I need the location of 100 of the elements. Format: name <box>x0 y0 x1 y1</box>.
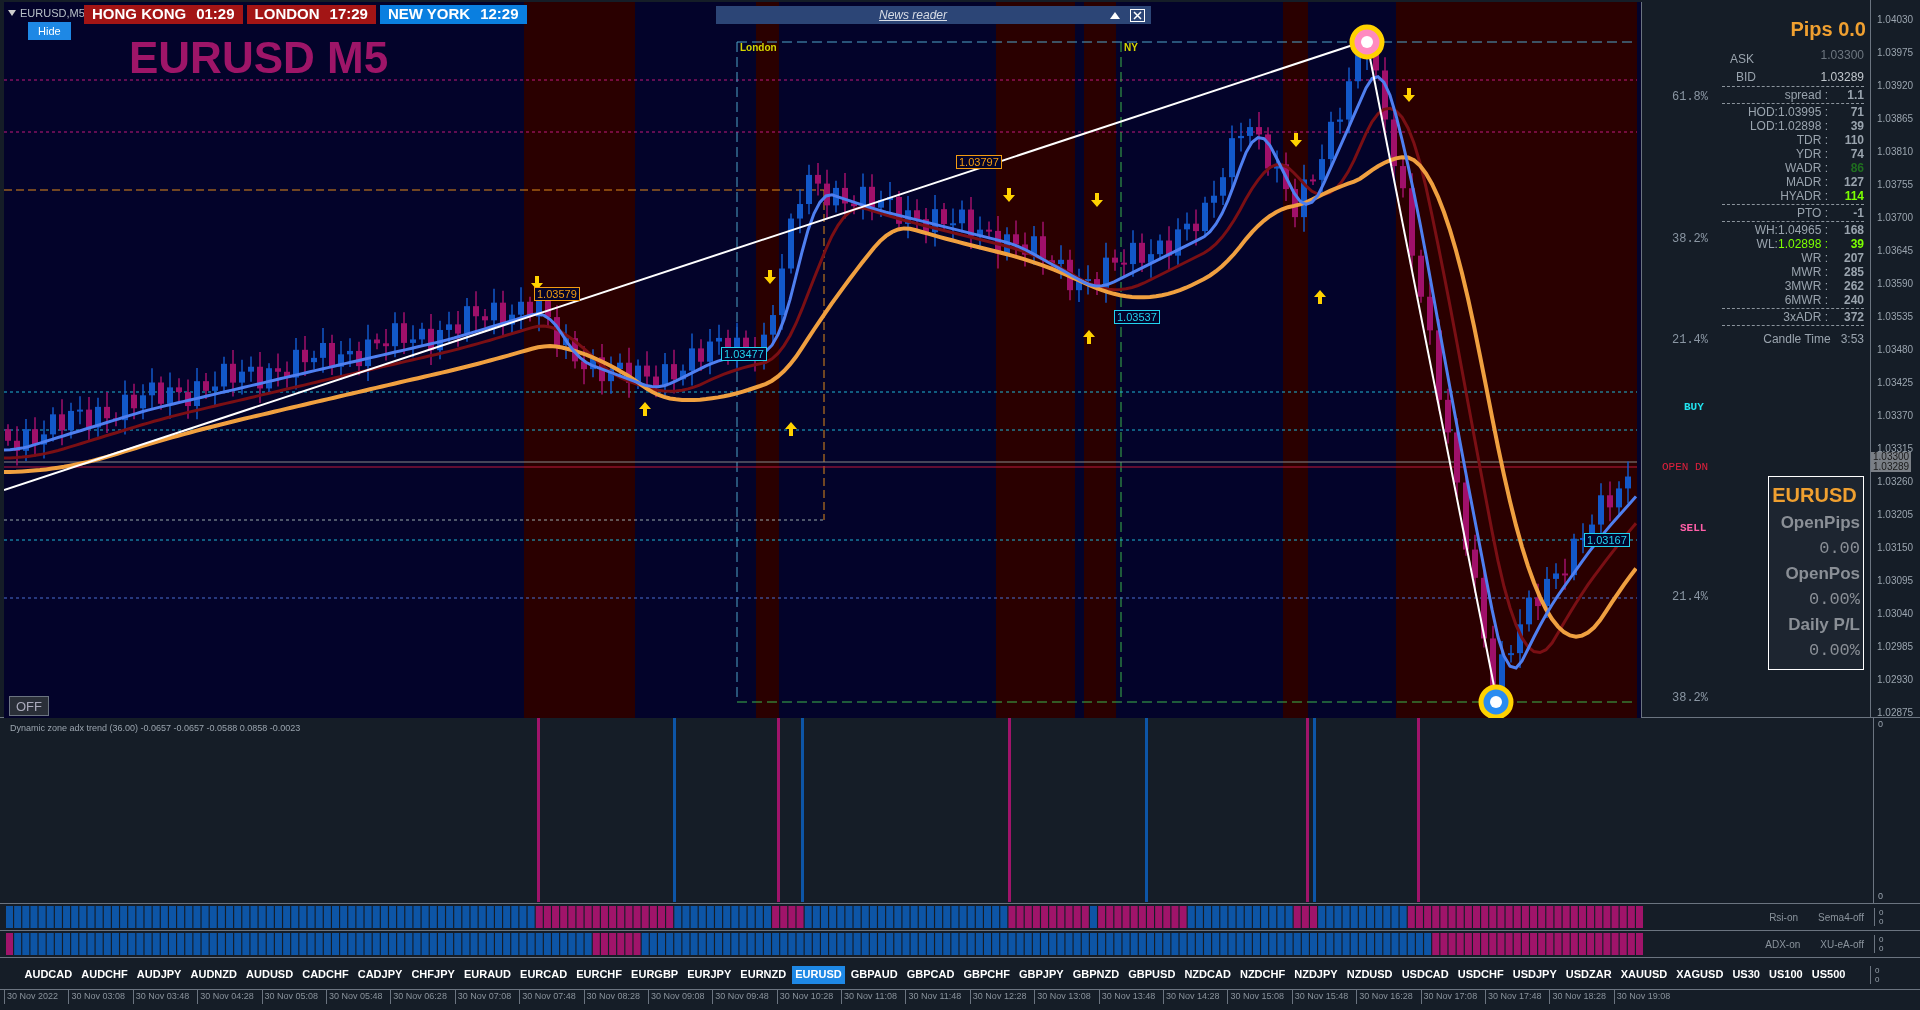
symbol-tab[interactable]: EURUSD <box>792 965 845 984</box>
up-arrow-icon <box>1314 290 1326 304</box>
symbol-tab[interactable]: GBPAUD <box>847 965 901 984</box>
symbol-tab[interactable]: US30 <box>1729 965 1763 984</box>
stat-label: HYADR : <box>1780 189 1828 203</box>
close-icon[interactable] <box>1130 8 1145 22</box>
price-tag: 1.03797 <box>956 155 1002 169</box>
symbol-tab[interactable]: GBPJPY <box>1016 965 1067 984</box>
stat-value: 262 <box>1842 279 1864 293</box>
symbol-tab[interactable]: NZDCAD <box>1181 965 1234 984</box>
time-axis-label: 30 Nov 13:08 <box>1034 990 1099 1004</box>
price-axis-label: 1.03535 <box>1877 310 1914 324</box>
symbol-tab[interactable]: NZDCHF <box>1236 965 1289 984</box>
down-arrow-icon <box>1003 188 1015 202</box>
time-axis-label: 30 Nov 16:28 <box>1356 990 1421 1004</box>
stat-label: PTO : <box>1796 206 1828 220</box>
off-button[interactable]: OFF <box>9 696 49 716</box>
symbol-tab[interactable]: NZDUSD <box>1343 965 1396 984</box>
indicator-status-label: XU-eA-off <box>1820 937 1864 952</box>
indicator-title: Dynamic zone adx trend (36.00) -0.0657 -0.0657 -0.0588 0.0858 -0.0023 <box>10 722 301 735</box>
price-tag: 1.03167 <box>1584 533 1630 547</box>
stat-value: 114 <box>1843 189 1864 203</box>
signal-label: OPEN DN <box>1662 460 1709 475</box>
symbol-tab[interactable]: AUDNZD <box>187 965 240 984</box>
price-tag: 1.03537 <box>1114 310 1160 324</box>
symbol-tab[interactable]: EURAUD <box>460 965 514 984</box>
symbol-tab[interactable]: USDZAR <box>1562 965 1615 984</box>
stat-price: 1.02898 : <box>1777 119 1828 133</box>
symbol-tab[interactable]: AUDUSD <box>243 965 297 984</box>
stat-label: LOD: <box>1749 119 1778 133</box>
symbol-tab[interactable]: CADJPY <box>354 965 406 984</box>
down-arrow-icon <box>1403 88 1415 102</box>
symbol-tab[interactable]: GBPNZD <box>1069 965 1123 984</box>
stat-value: 110 <box>1843 133 1864 147</box>
collapse-icon[interactable] <box>1110 11 1120 19</box>
strip-axis-label: 0 <box>1879 935 1885 944</box>
clock-label: HONG KONG 01:29 <box>84 5 243 24</box>
dropdown-arrow-icon[interactable] <box>8 10 16 17</box>
price-tag: 1.03477 <box>721 347 767 361</box>
symbol-tab[interactable]: AUDCHF <box>78 965 131 984</box>
symbol-tab[interactable]: EURJPY <box>684 965 735 984</box>
strip-axis-label: 0 <box>1879 908 1885 917</box>
price-axis-label: 1.03645 <box>1877 244 1914 258</box>
stat-value: 39 <box>1849 237 1864 251</box>
stat-value: 285 <box>1842 265 1864 279</box>
price-axis-label: 1.03920 <box>1877 79 1914 93</box>
symbol-tab[interactable]: AUDCAD <box>21 965 76 984</box>
symbol-tab[interactable]: GBPUSD <box>1125 965 1179 984</box>
symbol-tab[interactable]: USDJPY <box>1509 965 1560 984</box>
symbol-tab[interactable]: XAGUSD <box>1673 965 1727 984</box>
symbol-tab[interactable]: EURGBP <box>628 965 682 984</box>
time-axis-label: 30 Nov 17:48 <box>1485 990 1550 1004</box>
down-arrow-icon <box>531 276 543 290</box>
signal-label: SELL <box>1680 521 1707 536</box>
strip-axis-label: 0 <box>1879 944 1885 953</box>
symbol-tab[interactable]: GBPCHF <box>960 965 1013 984</box>
price-axis-label: 1.03095 <box>1877 574 1914 588</box>
symbol-tab[interactable]: XAUUSD <box>1617 965 1671 984</box>
price-axis-label: 1.02985 <box>1877 640 1914 654</box>
symbol-tab[interactable]: CHFJPY <box>408 965 458 984</box>
symbol-tab[interactable]: NZDJPY <box>1291 965 1341 984</box>
ask-price: 1.03300 <box>1820 47 1864 64</box>
hide-button[interactable]: Hide <box>28 22 71 40</box>
price-axis-label: 1.03425 <box>1877 376 1914 390</box>
stat-value: 168 <box>1842 223 1864 237</box>
symbol-tab[interactable]: EURNZD <box>737 965 790 984</box>
price-axis-label: 1.03590 <box>1877 277 1914 291</box>
position-stat-value: 0.00% <box>1809 639 1860 662</box>
symbol-tab[interactable]: GBPCAD <box>903 965 958 984</box>
symbol-tab[interactable]: US100 <box>1766 965 1806 984</box>
indicator-axis-label: 0 <box>1878 718 1884 731</box>
ask-label: ASK <box>1730 51 1754 68</box>
stat-price: 1.04965 : <box>1777 223 1828 237</box>
pips-label: Pips 0.0 <box>1790 17 1866 42</box>
time-axis-label: 30 Nov 13:48 <box>1098 990 1164 1004</box>
symbol-tab[interactable]: USDCHF <box>1454 965 1507 984</box>
time-axis-label: 30 Nov 19:08 <box>1613 990 1679 1004</box>
fib-level-label: 21.4% <box>1672 332 1708 349</box>
time-axis-label: 30 Nov 15:48 <box>1291 990 1357 1004</box>
symbol-tab[interactable]: EURCHF <box>573 965 626 984</box>
time-axis-label: 30 Nov 05:48 <box>325 990 391 1004</box>
symbol-tab[interactable]: EURCAD <box>517 965 571 984</box>
bid-price: 1.03289 <box>1820 69 1864 86</box>
symbol-tab[interactable]: CADCHF <box>299 965 352 984</box>
symbol-tab[interactable]: AUDJPY <box>133 965 185 984</box>
strip-axis-label: 0 <box>1879 917 1885 926</box>
down-arrow-icon <box>1091 193 1103 207</box>
symbol-label: EURUSD <box>1772 483 1857 508</box>
time-axis-label: 30 Nov 11:48 <box>905 990 970 1004</box>
stat-label: MADR : <box>1786 175 1828 189</box>
symbol-tab[interactable]: US500 <box>1808 965 1849 984</box>
time-axis-label: 30 Nov 09:48 <box>712 990 777 1004</box>
symbol-tab[interactable]: USDCAD <box>1398 965 1452 984</box>
symbol-bar-axis-label: 0 <box>1875 974 1881 984</box>
indicator-axis-label: 0 <box>1878 889 1884 903</box>
price-axis-label: 1.04030 <box>1877 13 1914 27</box>
stat-label: spread : <box>1784 88 1828 102</box>
time-axis-label: 30 Nov 15:08 <box>1227 990 1292 1004</box>
time-axis-label: 30 Nov 07:08 <box>454 990 520 1004</box>
bid-label: BID <box>1736 69 1756 86</box>
